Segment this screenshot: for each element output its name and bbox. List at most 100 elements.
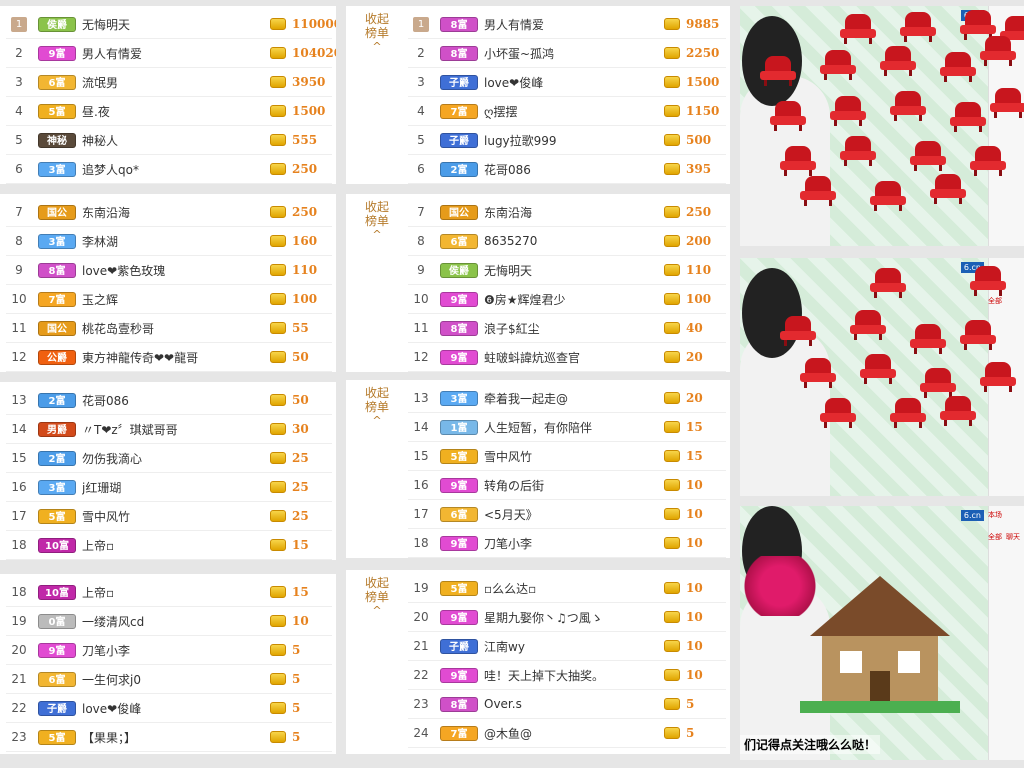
ranking-row[interactable]: 17 6富 <5月天》 10: [408, 500, 726, 529]
user-name-link[interactable]: 一生何求j0: [82, 671, 270, 688]
user-name-link[interactable]: 勿伤我滴心: [82, 450, 270, 467]
user-name-link[interactable]: 江南wy: [484, 638, 664, 655]
user-name-link[interactable]: 蛀啵蚪諱炕巡查官: [484, 349, 664, 366]
user-name-link[interactable]: Over.s: [484, 697, 664, 711]
ranking-row[interactable]: 19 0富 一缕清风cd 10: [6, 607, 332, 636]
ranking-row[interactable]: 18 10富 上帝▫ 15: [6, 531, 332, 560]
user-name-link[interactable]: 雪中风竹: [82, 508, 270, 525]
ranking-row[interactable]: 10 7富 玉之辉 100: [6, 285, 332, 314]
user-name-link[interactable]: @木鱼@: [484, 725, 664, 742]
user-name-link[interactable]: 【果果；】: [82, 729, 270, 746]
ranking-row[interactable]: 10 9富 ❻房★辉煌君少 100: [408, 285, 726, 314]
ranking-row[interactable]: 4 7富 ღ摆摆 1150: [408, 97, 726, 126]
ranking-row[interactable]: 5 子爵 lugy拉歌999 500: [408, 126, 726, 155]
user-name-link[interactable]: 无悔明天: [82, 16, 270, 33]
live-stream-video-2[interactable]: 6.cn 全部: [740, 258, 1024, 496]
user-name-link[interactable]: 男人有情爱: [82, 45, 270, 62]
ranking-row[interactable]: 17 5富 雪中风竹 25: [6, 502, 332, 531]
collapse-list-button[interactable]: 收起 榜单 ^: [346, 6, 408, 54]
ranking-row[interactable]: 2 9富男人有情爱 104020: [6, 39, 336, 68]
ranking-row[interactable]: 1 侯爵无悔明天 110000: [6, 10, 336, 39]
ranking-row[interactable]: 22 9富 哇！天上掉下大抽奖。 10: [408, 661, 726, 690]
chat-tab[interactable]: 本场: [988, 510, 1002, 520]
user-name-link[interactable]: 昼.夜: [82, 103, 270, 120]
user-name-link[interactable]: 一缕清风cd: [82, 613, 270, 630]
ranking-row[interactable]: 12 9富 蛀啵蚪諱炕巡查官 20: [408, 343, 726, 372]
ranking-row[interactable]: 11 8富 浪子$紅尘 40: [408, 314, 726, 343]
ranking-row[interactable]: 19 5富 ▫么么达▫ 10: [408, 574, 726, 603]
user-name-link[interactable]: 小坏蛋~孤鸿: [484, 45, 664, 62]
ranking-row[interactable]: 24 7富 @木鱼@ 5: [408, 719, 726, 748]
ranking-row[interactable]: 21 6富 一生何求j0 5: [6, 665, 332, 694]
ranking-row[interactable]: 20 9富 刀笔小李 5: [6, 636, 332, 665]
user-name-link[interactable]: 人生短暂，有你陪伴: [484, 419, 664, 436]
user-name-link[interactable]: 花哥086: [82, 392, 270, 409]
user-name-link[interactable]: 东南沿海: [82, 204, 270, 221]
ranking-row[interactable]: 4 5富 昼.夜 1500: [6, 97, 332, 126]
user-name-link[interactable]: 刀笔小李: [484, 535, 664, 552]
user-name-link[interactable]: 〃T❤z〞琪斌哥哥: [82, 421, 270, 438]
ranking-row[interactable]: 21 子爵 江南wy 10: [408, 632, 726, 661]
user-name-link[interactable]: 东南沿海: [484, 204, 664, 221]
ranking-row[interactable]: 7 国公 东南沿海 250: [6, 198, 332, 227]
user-name-link[interactable]: 星期九娶你丶♫つ風ゝ: [484, 609, 664, 626]
user-name-link[interactable]: 上帝▫: [82, 584, 270, 601]
ranking-row[interactable]: 8 3富 李林湖 160: [6, 227, 332, 256]
ranking-row[interactable]: 13 3富 牵着我一起走@ 20: [408, 384, 726, 413]
user-name-link[interactable]: 牵着我一起走@: [484, 390, 664, 407]
ranking-row[interactable]: 16 9富 转角の后街 10: [408, 471, 726, 500]
ranking-row[interactable]: 3 子爵 love❤俊峰 1500: [408, 68, 726, 97]
user-name-link[interactable]: 转角の后街: [484, 477, 664, 494]
user-name-link[interactable]: lugy拉歌999: [484, 132, 664, 149]
user-name-link[interactable]: 神秘人: [82, 132, 270, 149]
user-name-link[interactable]: love❤紫色玫瑰: [82, 262, 270, 279]
user-name-link[interactable]: 玉之辉: [82, 291, 270, 308]
user-name-link[interactable]: j红珊瑚: [82, 479, 270, 496]
user-name-link[interactable]: 花哥086: [484, 161, 664, 178]
user-name-link[interactable]: 男人有情爱: [484, 16, 664, 33]
ranking-row[interactable]: 15 2富 勿伤我滴心 25: [6, 444, 332, 473]
chat-tab[interactable]: 全部: [988, 532, 1002, 542]
user-name-link[interactable]: love❤俊峰: [82, 700, 270, 717]
ranking-row[interactable]: 12 公爵 東方神龍传奇❤❤龍哥 50: [6, 343, 332, 372]
ranking-row[interactable]: 1 8富 男人有情爱 9885: [408, 10, 726, 39]
user-name-link[interactable]: 浪子$紅尘: [484, 320, 664, 337]
ranking-row[interactable]: 18 9富 刀笔小李 10: [408, 529, 726, 558]
user-name-link[interactable]: 桃花岛壹秒哥: [82, 320, 270, 337]
ranking-row[interactable]: 6 2富 花哥086 395: [408, 155, 726, 184]
user-name-link[interactable]: 刀笔小李: [82, 642, 270, 659]
ranking-row[interactable]: 6 3富 追梦人qo* 250: [6, 155, 332, 184]
user-name-link[interactable]: 哇！天上掉下大抽奖。: [484, 667, 664, 684]
ranking-row[interactable]: 11 国公 桃花岛壹秒哥 55: [6, 314, 332, 343]
user-name-link[interactable]: 李林湖: [82, 233, 270, 250]
chat-tab[interactable]: 聊天: [1006, 532, 1020, 542]
user-name-link[interactable]: 東方神龍传奇❤❤龍哥: [82, 349, 270, 366]
ranking-row[interactable]: 23 8富 Over.s 5: [408, 690, 726, 719]
live-stream-video-3[interactable]: 6.cn 本场 全部 聊天 们记得点关注哦么么哒！: [740, 506, 1024, 760]
user-name-link[interactable]: 流氓男: [82, 74, 270, 91]
collapse-list-button[interactable]: 收起 榜单 ^: [346, 380, 408, 428]
ranking-row[interactable]: 14 1富 人生短暂，有你陪伴 15: [408, 413, 726, 442]
live-stream-video-1[interactable]: 6.cn: [740, 6, 1024, 246]
user-name-link[interactable]: 雪中风竹: [484, 448, 664, 465]
collapse-list-button[interactable]: 收起 榜单 ^: [346, 570, 408, 618]
user-name-link[interactable]: ღ摆摆: [484, 103, 664, 120]
user-name-link[interactable]: love❤俊峰: [484, 74, 664, 91]
ranking-row[interactable]: 23 5富 【果果；】 5: [6, 723, 332, 752]
ranking-row[interactable]: 8 6富 8635270 200: [408, 227, 726, 256]
ranking-row[interactable]: 3 6富 流氓男 3950: [6, 68, 332, 97]
ranking-row[interactable]: 16 3富 j红珊瑚 25: [6, 473, 332, 502]
user-name-link[interactable]: ▫么么达▫: [484, 580, 664, 597]
ranking-row[interactable]: 20 9富 星期九娶你丶♫つ風ゝ 10: [408, 603, 726, 632]
collapse-list-button[interactable]: 收起 榜单 ^: [346, 194, 408, 242]
user-name-link[interactable]: 上帝▫: [82, 537, 270, 554]
ranking-row[interactable]: 9 侯爵 无悔明天 110: [408, 256, 726, 285]
user-name-link[interactable]: 无悔明天: [484, 262, 664, 279]
user-name-link[interactable]: ❻房★辉煌君少: [484, 291, 664, 308]
ranking-row[interactable]: 14 男爵 〃T❤z〞琪斌哥哥 30: [6, 415, 332, 444]
ranking-row[interactable]: 9 8富 love❤紫色玫瑰 110: [6, 256, 332, 285]
user-name-link[interactable]: <5月天》: [484, 506, 664, 523]
ranking-row[interactable]: 15 5富 雪中风竹 15: [408, 442, 726, 471]
ranking-row[interactable]: 18 10富 上帝▫ 15: [6, 578, 332, 607]
chat-sidebar[interactable]: [988, 506, 1024, 760]
